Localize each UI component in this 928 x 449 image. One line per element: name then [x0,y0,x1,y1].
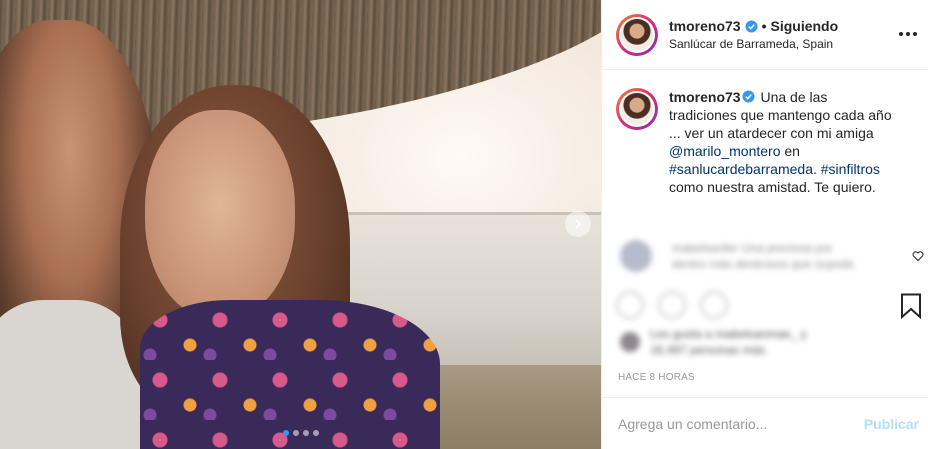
post-photo[interactable] [0,0,601,449]
woman-left-shirt [0,300,140,449]
post-header: tmoreno73 • Siguiendo Sanlúcar de Barram… [602,0,928,70]
post-timestamp[interactable]: HACE 8 HORAS [618,372,695,383]
bookmark-icon[interactable] [900,293,922,319]
author-avatar[interactable] [616,13,658,56]
comment-button[interactable] [658,291,686,319]
verified-badge-icon [745,19,758,33]
carousel-dot-active [283,430,289,436]
carousel-next-button[interactable] [565,211,591,237]
post-actions [616,291,728,319]
mention-link[interactable]: @marilo_montero [669,143,780,159]
carousel-dot [293,430,299,436]
likes-summary: Les gusta a mabelsanmae_ y 16.497 person… [620,326,807,358]
post-details-panel: tmoreno73 • Siguiendo Sanlúcar de Barram… [601,0,928,449]
more-options-icon [899,32,903,36]
verified-badge-icon [742,90,755,103]
chevron-right-icon [575,219,582,229]
separator-dot: • [761,18,767,34]
hashtag-link[interactable]: #sinfiltros [821,161,880,177]
woman-right-blouse [140,300,440,449]
publish-button[interactable]: Publicar [864,416,919,432]
author-username[interactable]: tmoreno73 [669,18,741,34]
likes-text: Les gusta a mabelsanmae_ y [650,327,807,341]
commenter-avatar[interactable] [620,240,652,272]
caption-author-avatar[interactable] [616,88,658,130]
carousel-dot [313,430,319,436]
following-button[interactable]: Siguiendo [770,18,838,34]
comment-text: mabelsanfer Una preciosa por [672,241,833,255]
author-avatar-image [621,18,653,51]
like-button[interactable] [616,291,644,319]
caption-username[interactable]: tmoreno73 [669,89,741,105]
carousel-indicator [283,430,319,436]
post-caption: tmoreno73 Una de las tradiciones que man… [602,70,928,196]
woman-right-face [145,110,295,320]
post-location[interactable]: Sanlúcar de Barrameda, Spain [669,37,838,51]
hashtag-link[interactable]: #sanlucardebarrameda [669,161,813,177]
add-comment-bar: Publicar [602,397,928,449]
liker-avatar [620,332,640,352]
carousel-dot [303,430,309,436]
more-options-button[interactable] [898,25,918,43]
share-button[interactable] [700,291,728,319]
comment-item: mabelsanfer Una preciosa por dentro más … [620,240,872,272]
caption-text: tmoreno73 Una de las tradiciones que man… [669,89,892,195]
heart-icon[interactable] [912,250,924,262]
comment-input[interactable] [618,415,864,432]
